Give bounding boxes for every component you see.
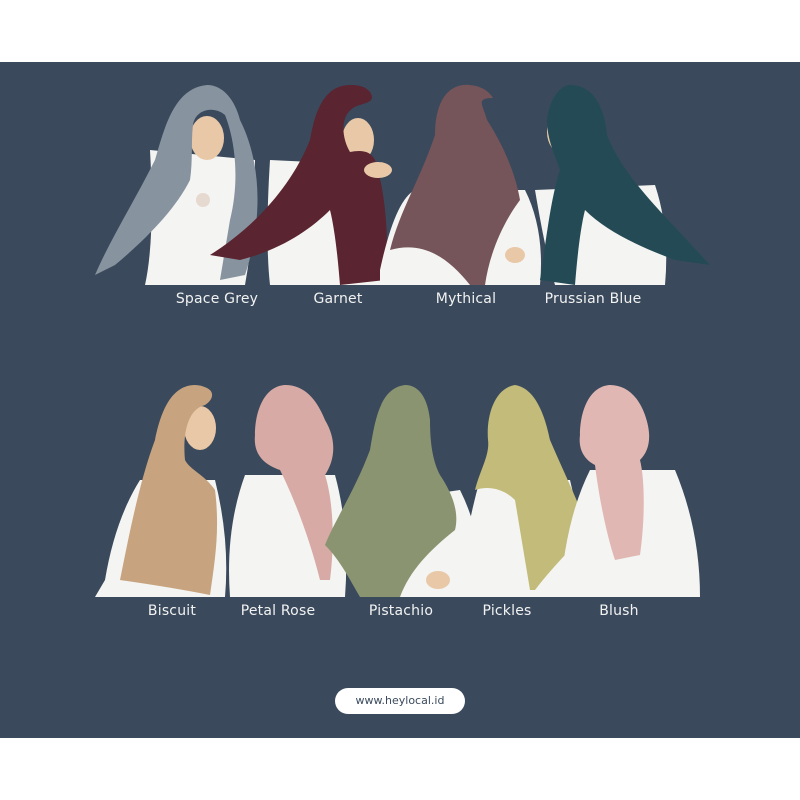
model-blush [560,385,700,597]
model-mythical [380,84,541,285]
color-label-garnet: Garnet [313,291,363,307]
model-prussian-blue [535,85,710,285]
color-label-mythical: Mythical [435,291,497,307]
color-label-space-grey: Space Grey [175,291,259,307]
model-biscuit [95,385,227,597]
model-garnet [210,85,392,285]
color-label-petal-rose: Petal Rose [240,603,316,619]
catalog-banner: Space Grey Garnet Mythical Prussian Blue… [0,62,800,738]
website-badge: www.heylocal.id [335,688,465,714]
color-label-pickles: Pickles [482,603,532,619]
color-label-prussian-blue: Prussian Blue [544,291,642,307]
color-label-blush: Blush [599,603,639,619]
